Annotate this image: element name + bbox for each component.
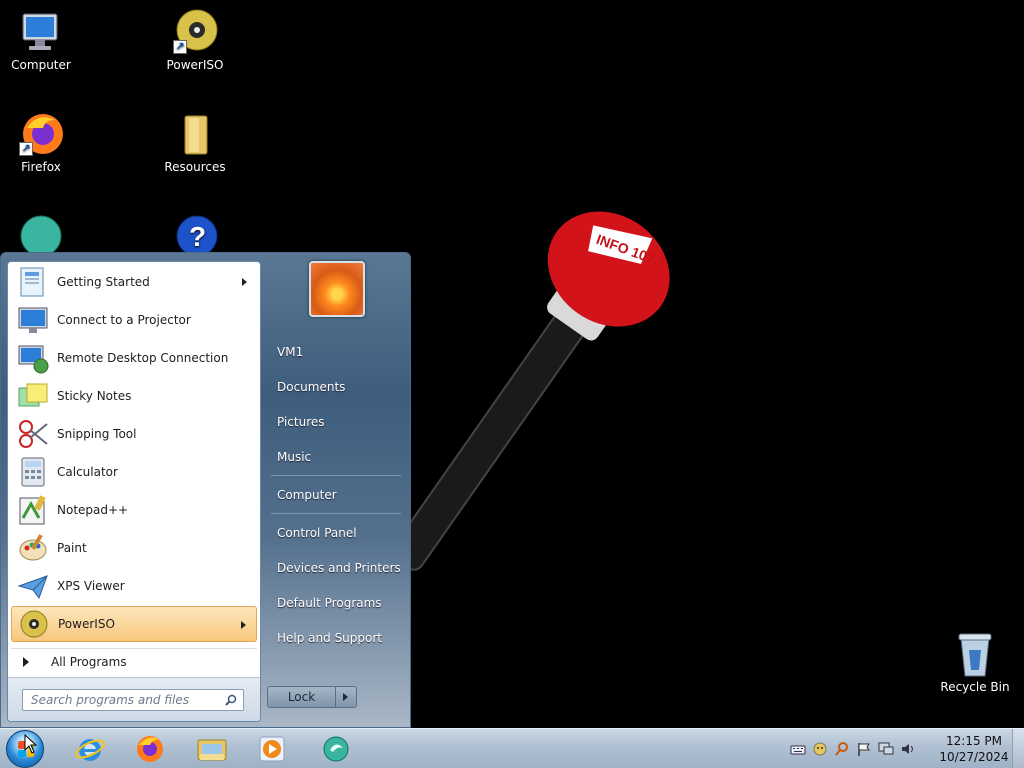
program-label: Calculator [57,465,118,479]
desktop-icon-label: Computer [11,58,71,72]
calculator-icon [17,456,49,488]
desktop-icon-label: Recycle Bin [940,680,1010,694]
link-default-programs[interactable]: Default Programs [277,596,382,610]
taskbar: 12:15 PM 10/27/2024 [0,728,1024,768]
lock-button[interactable]: Lock [267,686,357,708]
program-snipping-tool[interactable]: Snipping Tool [11,416,257,452]
shortcut-arrow-icon: ↗ [173,40,187,54]
user-avatar[interactable] [309,261,365,317]
taskbar-media-player[interactable] [250,731,294,767]
program-label: Sticky Notes [57,389,132,403]
program-connect-projector[interactable]: Connect to a Projector [11,302,257,338]
program-getting-started[interactable]: Getting Started [11,264,257,300]
projector-icon [17,304,49,336]
link-devices-printers[interactable]: Devices and Printers [277,561,401,575]
system-tray [790,741,916,757]
program-label: Notepad++ [57,503,129,517]
taskbar-internet-explorer[interactable] [68,731,112,767]
clock-time: 12:15 PM [946,734,1002,748]
link-music[interactable]: Music [277,450,311,464]
paint-icon [17,532,49,564]
program-poweriso[interactable]: PowerISO [11,606,257,642]
desktop-icon-recycle-bin[interactable]: Recycle Bin [934,630,1016,694]
shortcut-arrow-icon: ↗ [19,142,33,156]
search-placeholder: Search programs and files [31,693,189,707]
program-label: Connect to a Projector [57,313,191,327]
link-pictures[interactable]: Pictures [277,415,325,429]
program-label: Snipping Tool [57,427,137,441]
desktop-icon-firefox[interactable]: ↗ Firefox [0,110,82,174]
poweriso-icon [18,608,50,640]
start-menu-programs-pane: Getting Started Connect to a Projector R… [7,261,261,722]
separator [271,513,401,514]
taskbar-firefox[interactable] [128,731,172,767]
all-programs-button[interactable]: All Programs [11,648,257,674]
submenu-arrow-icon[interactable] [241,621,246,629]
remote-desktop-icon [17,342,49,374]
firefox-icon [137,736,163,762]
link-documents[interactable]: Documents [277,380,345,394]
program-notepadpp[interactable]: Notepad++ [11,492,257,528]
program-xps-viewer[interactable]: XPS Viewer [11,568,257,604]
lock-label: Lock [268,687,336,707]
computer-icon [17,8,65,56]
xps-viewer-icon [17,570,49,602]
notepadpp-icon [17,494,49,526]
internet-explorer-icon [75,739,105,761]
firefox-icon: ↗ [17,110,65,158]
wallpaper-microphone: INFO 107.7 [391,211,670,571]
desktop-icon-label: Resources [164,160,226,174]
link-user[interactable]: VM1 [277,345,303,359]
desktop-icon-label: PowerISO [166,58,224,72]
app-icon [323,736,349,762]
link-help-support[interactable]: Help and Support [277,631,382,645]
scissors-icon [17,418,49,450]
program-label: XPS Viewer [57,579,125,593]
keyboard-icon[interactable] [790,741,806,757]
sticky-notes-icon [17,380,49,412]
all-programs-label: All Programs [51,654,127,669]
show-desktop-button[interactable] [1012,729,1024,768]
start-menu: Getting Started Connect to a Projector R… [0,252,411,728]
desktop-icon-computer[interactable]: Computer [0,8,82,72]
file-explorer-icon [197,739,227,761]
recycle-bin-icon [951,630,999,678]
link-computer[interactable]: Computer [277,488,337,502]
network-icon[interactable] [812,741,828,757]
folder-icon [171,110,219,158]
lock-options-arrow-icon[interactable] [336,687,356,707]
flag-icon[interactable] [856,741,872,757]
search-input[interactable]: Search programs and files [22,689,244,711]
program-label: Paint [57,541,87,555]
clock[interactable]: 12:15 PM 10/27/2024 [938,733,1010,765]
svg-text:?: ? [189,221,206,252]
search-icon[interactable] [834,741,850,757]
getting-started-icon [17,266,49,298]
separator [271,475,401,476]
program-label: Getting Started [57,275,150,289]
program-label: Remote Desktop Connection [57,351,229,365]
expand-arrow-icon [23,656,29,667]
desktop-icon-label: Firefox [21,160,61,174]
start-menu-links-pane: VM1 Documents Pictures Music Computer Co… [267,261,407,722]
desktop-icon-resources[interactable]: Resources [154,110,236,174]
taskbar-file-explorer[interactable] [190,731,234,767]
program-paint[interactable]: Paint [11,530,257,566]
taskbar-app[interactable] [314,731,358,767]
media-player-icon [259,736,285,762]
search-area: Search programs and files [8,677,260,721]
program-remote-desktop[interactable]: Remote Desktop Connection [11,340,257,376]
submenu-arrow-icon[interactable] [242,278,247,286]
display-icon[interactable] [878,741,894,757]
desktop-icon-poweriso[interactable]: ↗ PowerISO [154,8,236,72]
link-control-panel[interactable]: Control Panel [277,526,357,540]
search-icon[interactable] [225,694,237,706]
program-calculator[interactable]: Calculator [11,454,257,490]
poweriso-icon: ↗ [171,8,219,56]
program-sticky-notes[interactable]: Sticky Notes [11,378,257,414]
volume-icon[interactable] [900,741,916,757]
mouse-cursor-icon [24,734,38,754]
program-label: PowerISO [58,617,115,631]
clock-date: 10/27/2024 [939,750,1009,764]
